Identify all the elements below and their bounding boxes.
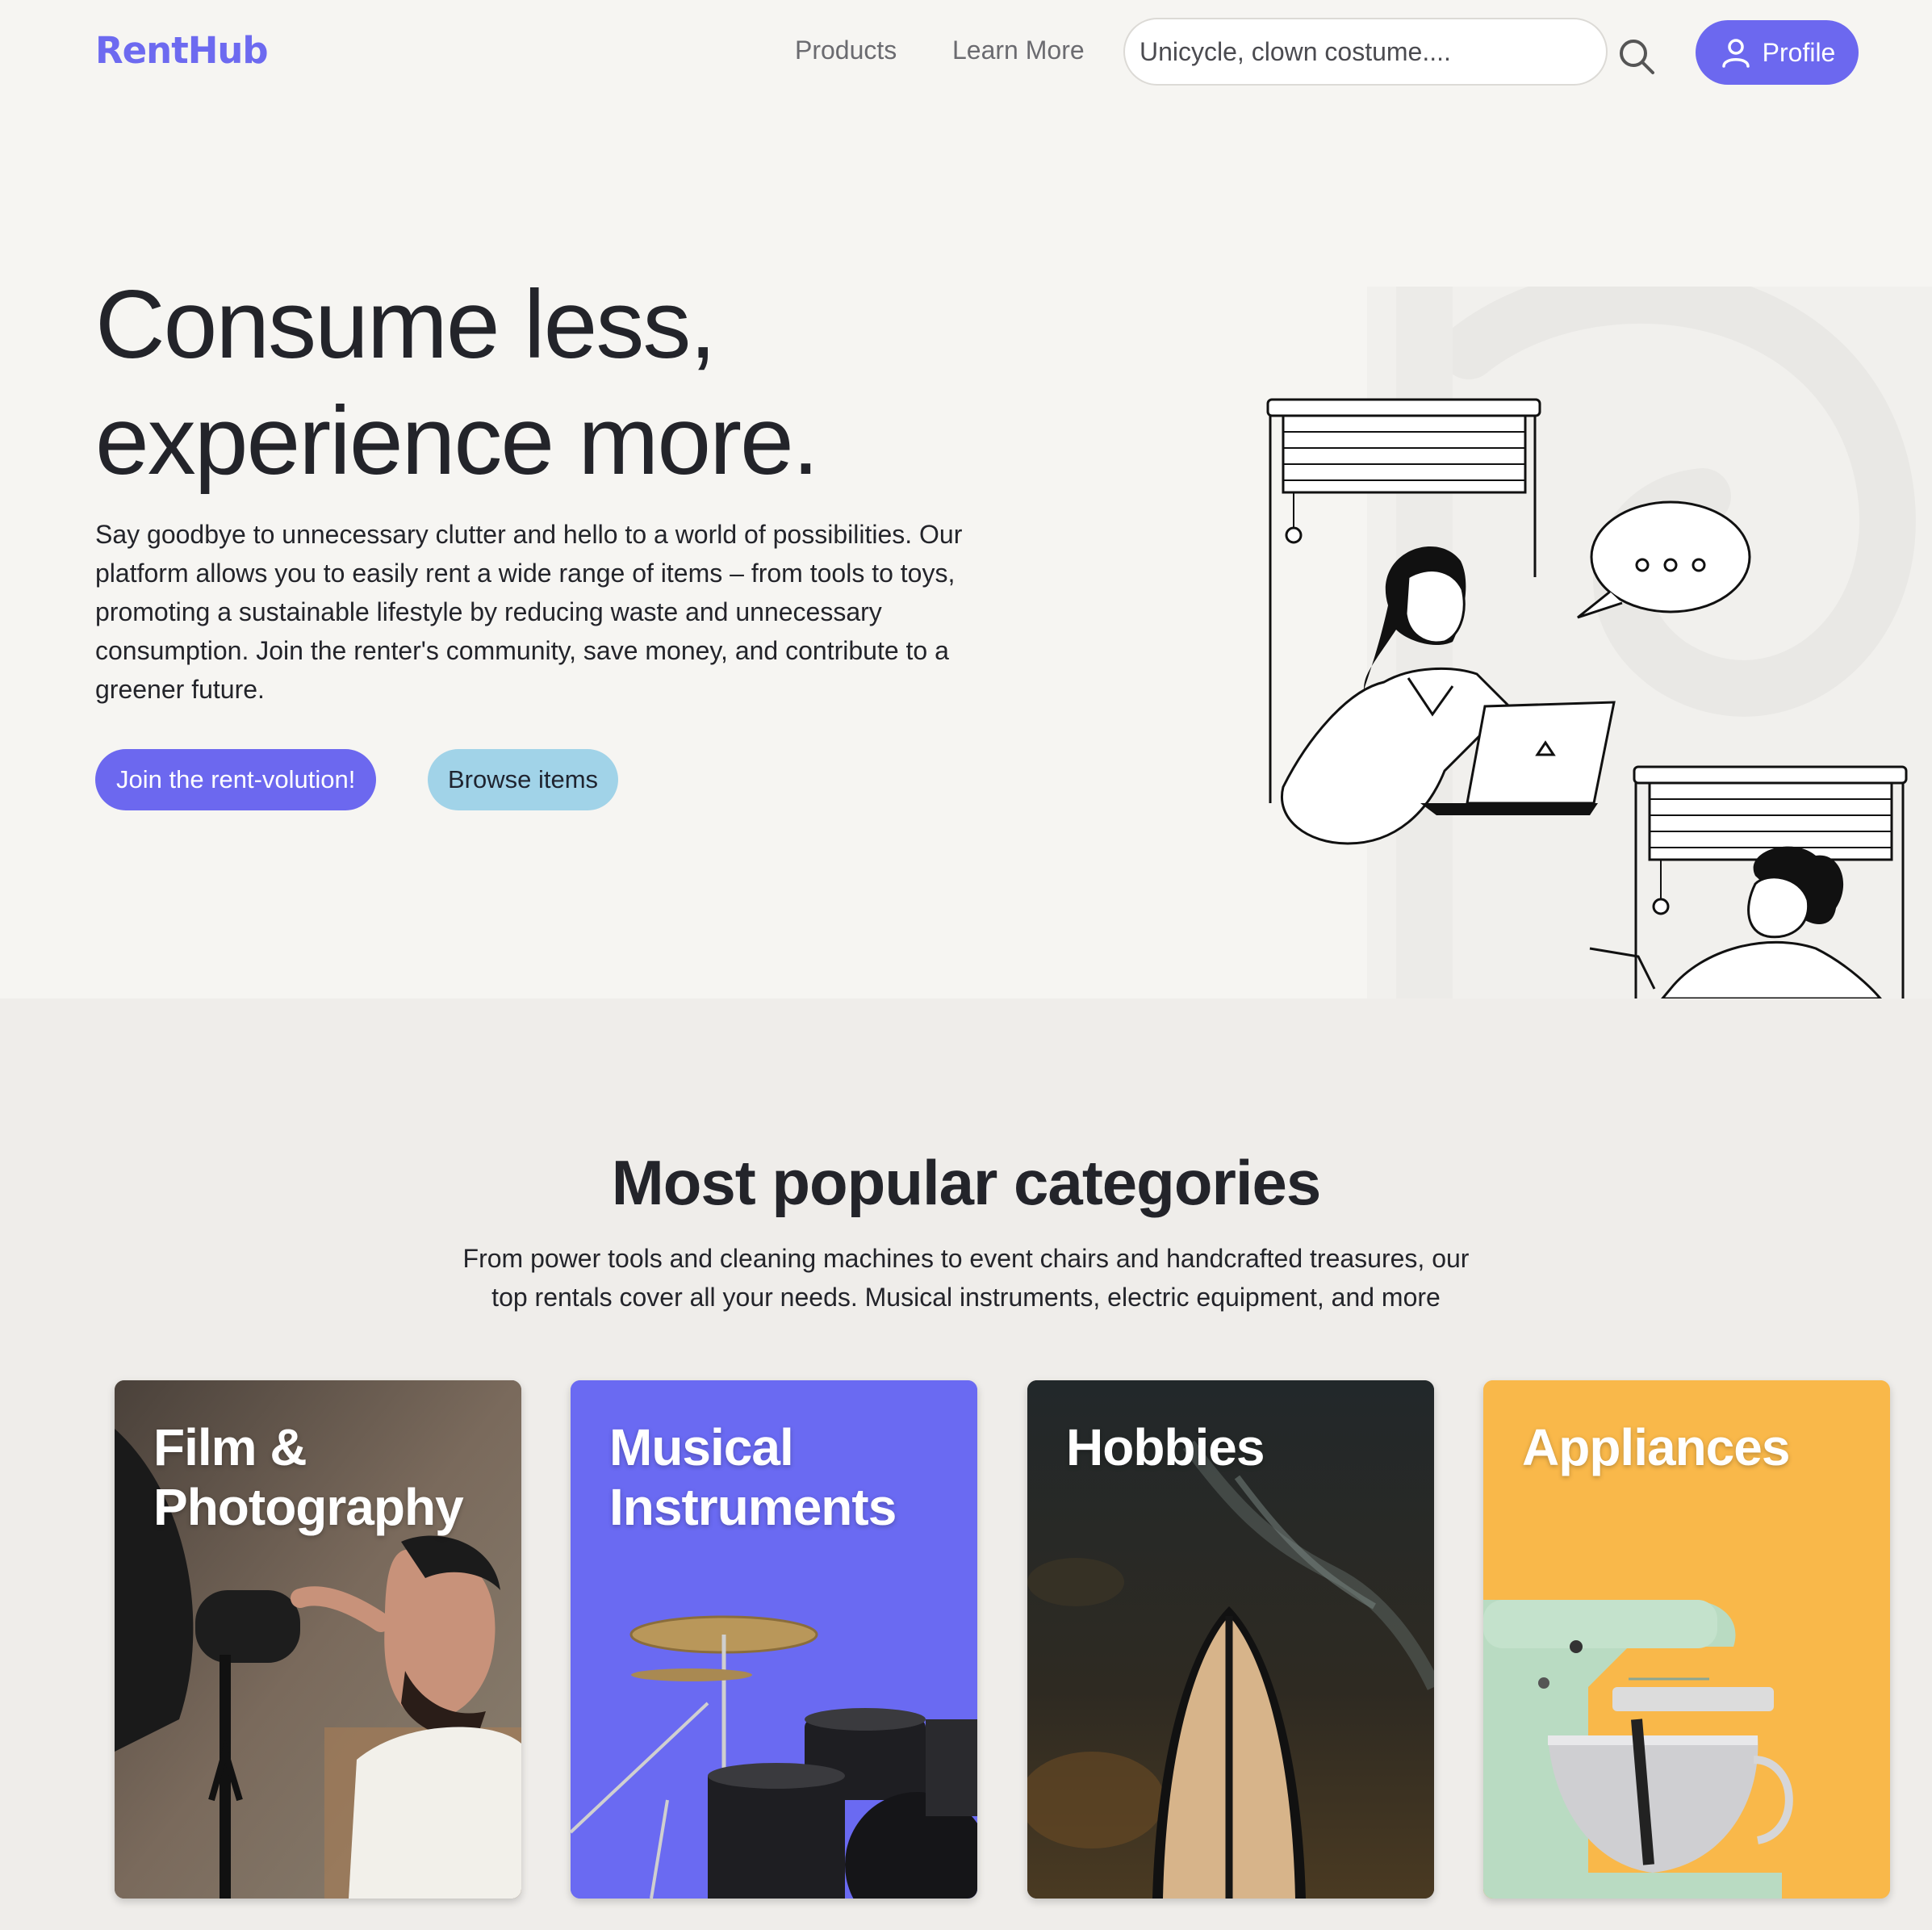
category-title: Film & Photography — [153, 1418, 464, 1536]
hero-illustration — [1266, 287, 1932, 998]
categories-subtitle: From power tools and cleaning machines t… — [462, 1244, 1470, 1312]
nav-products-link[interactable]: Products — [795, 36, 897, 65]
search-input[interactable] — [1123, 18, 1608, 86]
join-button[interactable]: Join the rent-volution! — [95, 749, 377, 810]
user-icon — [1721, 39, 1750, 68]
category-card-hobbies[interactable]: Hobbies — [1027, 1380, 1434, 1899]
browse-items-button[interactable]: Browse items — [428, 749, 619, 810]
categories-title: Most popular categories — [611, 1147, 1322, 1218]
nav-learn-more-link[interactable]: Learn More — [952, 36, 1085, 65]
category-card-film-photography[interactable]: Film & Photography — [115, 1380, 521, 1899]
category-title: Musical Instruments — [609, 1418, 897, 1536]
category-card-appliances[interactable]: Appliances — [1483, 1380, 1890, 1899]
profile-button[interactable]: Profile — [1696, 20, 1859, 85]
brand-logo[interactable]: RentHub — [95, 29, 269, 72]
search-icon[interactable] — [1616, 36, 1657, 77]
hero-section: Consume less, experience more. Say goodb… — [0, 105, 1932, 998]
category-title: Appliances — [1522, 1418, 1790, 1476]
profile-button-label: Profile — [1762, 37, 1836, 67]
hero-description: Say goodbye to unnecessary clutter and h… — [95, 520, 963, 704]
hero-title: Consume less, experience more. — [95, 270, 819, 495]
top-navbar: RentHub Products Learn More Profile — [0, 0, 1932, 105]
category-card-musical-instruments[interactable]: Musical Instruments — [571, 1380, 977, 1899]
category-title: Hobbies — [1066, 1418, 1265, 1476]
